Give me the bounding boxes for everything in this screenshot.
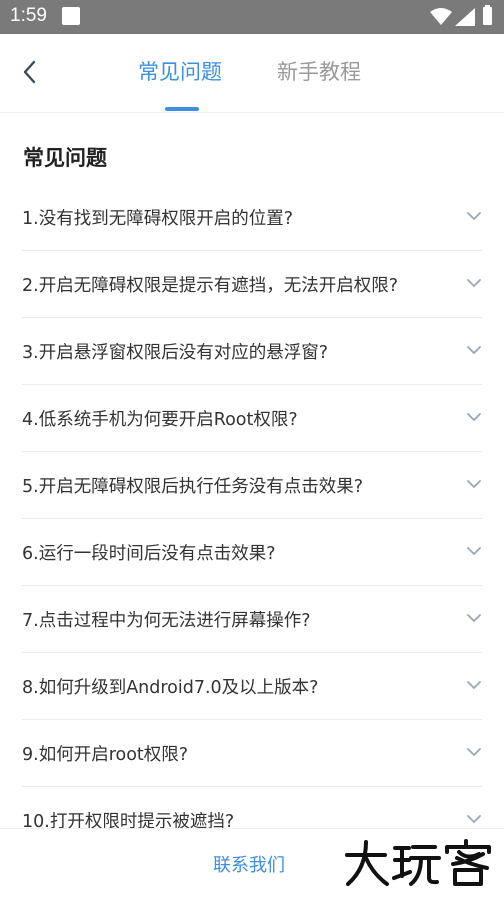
header: 常见问题 新手教程 [0,34,504,113]
watermark-logo [345,839,491,886]
chevron-down-icon [467,480,481,489]
tab-tutorial[interactable]: 新手教程 [277,56,361,86]
faq-item[interactable]: 8.如何升级到Android7.0及以上版本? [22,653,482,720]
faq-question: 6.运行一段时间后没有点击效果? [22,544,276,564]
chevron-down-icon [467,681,481,690]
signal-icon [455,8,475,26]
status-bar: 1:59 [0,0,504,34]
faq-question: 2.开启无障碍权限是提示有遮挡，无法开启权限? [22,276,398,296]
section-title: 常见问题 [23,146,107,170]
faq-content[interactable]: 常见问题 1.没有找到无障碍权限开启的位置? 2.开启无障碍权限是提示有遮挡，无… [0,112,504,828]
chevron-down-icon [467,279,481,288]
faq-question: 8.如何升级到Android7.0及以上版本? [22,678,319,698]
faq-item[interactable]: 5.开启无障碍权限后执行任务没有点击效果? [22,452,482,519]
status-time: 1:59 [10,5,47,26]
faq-item[interactable]: 1.没有找到无障碍权限开启的位置? [22,184,482,251]
chevron-down-icon [467,748,481,757]
faq-item[interactable]: 7.点击过程中为何无法进行屏幕操作? [22,586,482,653]
faq-question: 3.开启悬浮窗权限后没有对应的悬浮窗? [22,343,328,363]
faq-question: 10.打开权限时提示被遮挡? [22,812,235,828]
chevron-down-icon [467,547,481,556]
chevron-down-icon [467,212,481,221]
battery-icon [483,5,492,25]
faq-item[interactable]: 6.运行一段时间后没有点击效果? [22,519,482,586]
faq-list: 1.没有找到无障碍权限开启的位置? 2.开启无障碍权限是提示有遮挡，无法开启权限… [22,184,482,828]
tab-indicator [165,107,199,111]
chevron-down-icon [467,614,481,623]
notification-icon [62,7,80,25]
faq-question: 5.开启无障碍权限后执行任务没有点击效果? [22,477,363,497]
faq-item[interactable]: 2.开启无障碍权限是提示有遮挡，无法开启权限? [22,251,482,318]
faq-item[interactable]: 9.如何开启root权限? [22,720,482,787]
contact-us-button[interactable]: 联系我们 [213,851,285,877]
back-icon[interactable] [18,58,42,86]
faq-item[interactable]: 3.开启悬浮窗权限后没有对应的悬浮窗? [22,318,482,385]
faq-item[interactable]: 10.打开权限时提示被遮挡? [22,787,482,828]
faq-question: 9.如何开启root权限? [22,745,189,765]
footer: 联系我们 [0,828,504,897]
wifi-icon [430,8,452,25]
faq-question: 4.低系统手机为何要开启Root权限? [22,410,298,430]
tab-faq[interactable]: 常见问题 [138,56,222,86]
faq-question: 7.点击过程中为何无法进行屏幕操作? [22,611,311,631]
faq-question: 1.没有找到无障碍权限开启的位置? [22,209,293,229]
chevron-down-icon [467,815,481,824]
chevron-down-icon [467,413,481,422]
chevron-down-icon [467,346,481,355]
faq-item[interactable]: 4.低系统手机为何要开启Root权限? [22,385,482,452]
